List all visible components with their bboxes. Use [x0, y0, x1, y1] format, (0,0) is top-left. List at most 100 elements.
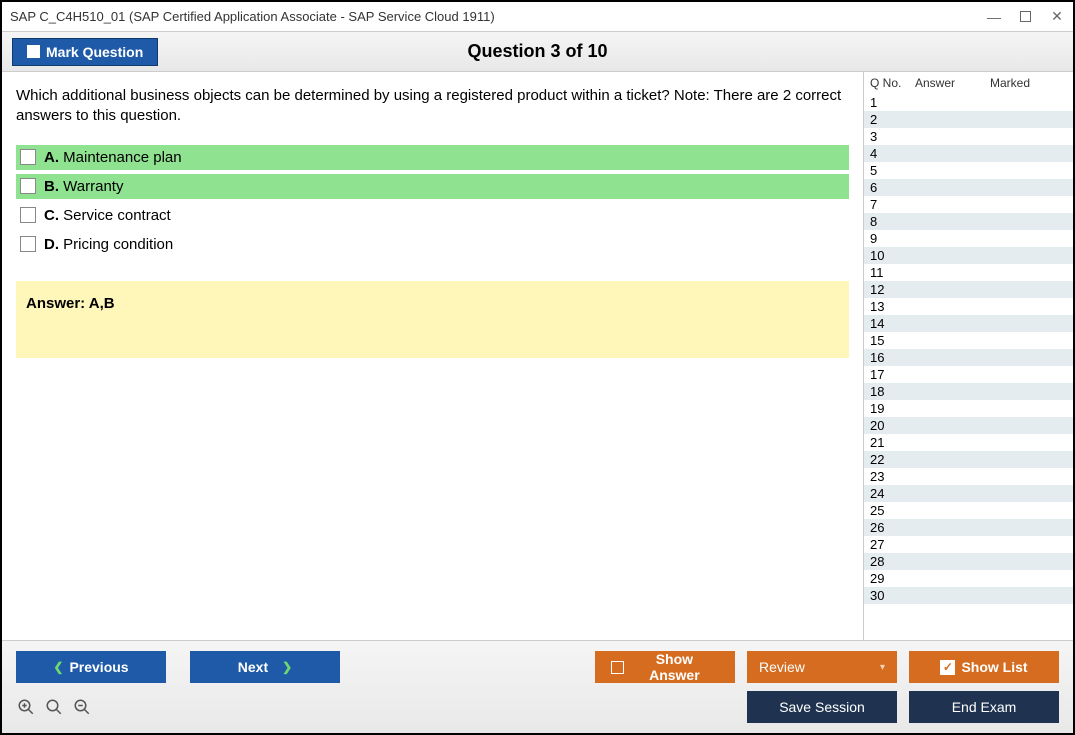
sidebar-row[interactable]: 27	[864, 536, 1073, 553]
show-list-button[interactable]: ✓ Show List	[909, 651, 1059, 683]
review-button[interactable]: Review ▾	[747, 651, 897, 683]
option-row: B. Warranty	[16, 174, 849, 199]
sidebar-row[interactable]: 14	[864, 315, 1073, 332]
save-session-button[interactable]: Save Session	[747, 691, 897, 723]
next-label: Next	[238, 659, 268, 675]
sidebar-qno: 11	[870, 265, 915, 280]
sidebar-qno: 12	[870, 282, 915, 297]
window-controls: — ✕	[986, 8, 1065, 25]
sidebar-row[interactable]: 20	[864, 417, 1073, 434]
content-area: Which additional business objects can be…	[2, 72, 1073, 640]
previous-button[interactable]: ❮ Previous	[16, 651, 166, 683]
option-text: Pricing condition	[63, 236, 173, 253]
option-letter: B.	[44, 178, 59, 195]
col-qno: Q No.	[870, 76, 915, 90]
sidebar-row[interactable]: 17	[864, 366, 1073, 383]
option-row: A. Maintenance plan	[16, 145, 849, 170]
sidebar-row[interactable]: 6	[864, 179, 1073, 196]
app-window: SAP C_C4H510_01 (SAP Certified Applicati…	[0, 0, 1075, 735]
mark-question-label: Mark Question	[46, 44, 143, 60]
options-list: A. Maintenance planB. WarrantyC. Service…	[16, 145, 849, 257]
option-row: C. Service contract	[16, 203, 849, 228]
sidebar-qno: 3	[870, 129, 915, 144]
sidebar-row[interactable]: 15	[864, 332, 1073, 349]
next-button[interactable]: Next ❯	[190, 651, 340, 683]
close-icon[interactable]: ✕	[1049, 8, 1065, 25]
sidebar-row[interactable]: 29	[864, 570, 1073, 587]
checkbox-icon	[27, 45, 40, 58]
sidebar-qno: 7	[870, 197, 915, 212]
sidebar-row[interactable]: 4	[864, 145, 1073, 162]
option-text: Warranty	[63, 178, 123, 195]
option-row: D. Pricing condition	[16, 232, 849, 257]
sidebar-qno: 29	[870, 571, 915, 586]
sidebar-qno: 5	[870, 163, 915, 178]
sidebar-row[interactable]: 3	[864, 128, 1073, 145]
titlebar: SAP C_C4H510_01 (SAP Certified Applicati…	[2, 2, 1073, 32]
mark-question-button[interactable]: Mark Question	[12, 38, 158, 66]
option-checkbox[interactable]	[20, 149, 36, 165]
sidebar-row[interactable]: 13	[864, 298, 1073, 315]
sidebar-qno: 1	[870, 95, 915, 110]
sidebar-row[interactable]: 7	[864, 196, 1073, 213]
sidebar-list[interactable]: 1234567891011121314151617181920212223242…	[864, 94, 1073, 640]
sidebar-qno: 26	[870, 520, 915, 535]
sidebar-row[interactable]: 22	[864, 451, 1073, 468]
question-counter: Question 3 of 10	[467, 41, 607, 62]
sidebar-qno: 24	[870, 486, 915, 501]
show-answer-label: Show Answer	[630, 651, 719, 683]
sidebar-row[interactable]: 24	[864, 485, 1073, 502]
option-checkbox[interactable]	[20, 207, 36, 223]
option-checkbox[interactable]	[20, 178, 36, 194]
sidebar-qno: 14	[870, 316, 915, 331]
end-exam-button[interactable]: End Exam	[909, 691, 1059, 723]
sidebar-row[interactable]: 2	[864, 111, 1073, 128]
sidebar-row[interactable]: 8	[864, 213, 1073, 230]
sidebar-row[interactable]: 10	[864, 247, 1073, 264]
sidebar-row[interactable]: 12	[864, 281, 1073, 298]
sidebar-row[interactable]: 23	[864, 468, 1073, 485]
question-panel: Which additional business objects can be…	[2, 72, 863, 640]
option-letter: A.	[44, 149, 59, 166]
end-exam-label: End Exam	[952, 699, 1017, 715]
question-text: Which additional business objects can be…	[16, 86, 849, 127]
previous-label: Previous	[69, 659, 128, 675]
sidebar-qno: 13	[870, 299, 915, 314]
footer-row-2: Save Session End Exam	[16, 691, 1059, 723]
option-checkbox[interactable]	[20, 236, 36, 252]
save-session-label: Save Session	[779, 699, 865, 715]
sidebar-row[interactable]: 18	[864, 383, 1073, 400]
sidebar-row[interactable]: 5	[864, 162, 1073, 179]
sidebar-row[interactable]: 30	[864, 587, 1073, 604]
sidebar-row[interactable]: 26	[864, 519, 1073, 536]
window-title: SAP C_C4H510_01 (SAP Certified Applicati…	[10, 9, 986, 24]
sidebar-row[interactable]: 21	[864, 434, 1073, 451]
review-label: Review	[759, 659, 805, 675]
chevron-left-icon: ❮	[53, 660, 63, 674]
zoom-in-icon[interactable]	[16, 697, 36, 717]
sidebar-qno: 25	[870, 503, 915, 518]
sidebar-row[interactable]: 11	[864, 264, 1073, 281]
sidebar-qno: 10	[870, 248, 915, 263]
option-text: Service contract	[63, 207, 171, 224]
sidebar-qno: 2	[870, 112, 915, 127]
sidebar-qno: 18	[870, 384, 915, 399]
sidebar-row[interactable]: 9	[864, 230, 1073, 247]
show-answer-button[interactable]: Show Answer	[595, 651, 735, 683]
sidebar-qno: 27	[870, 537, 915, 552]
square-icon	[611, 661, 624, 674]
sidebar-row[interactable]: 16	[864, 349, 1073, 366]
sidebar-qno: 21	[870, 435, 915, 450]
sidebar-row[interactable]: 1	[864, 94, 1073, 111]
option-text: Maintenance plan	[63, 149, 181, 166]
zoom-out-icon[interactable]	[72, 697, 92, 717]
sidebar-row[interactable]: 25	[864, 502, 1073, 519]
sidebar-qno: 19	[870, 401, 915, 416]
maximize-icon[interactable]	[1020, 11, 1031, 22]
chevron-down-icon: ▾	[880, 662, 885, 673]
minimize-icon[interactable]: —	[986, 9, 1002, 25]
sidebar-row[interactable]: 28	[864, 553, 1073, 570]
sidebar-qno: 30	[870, 588, 915, 603]
sidebar-row[interactable]: 19	[864, 400, 1073, 417]
zoom-reset-icon[interactable]	[44, 697, 64, 717]
